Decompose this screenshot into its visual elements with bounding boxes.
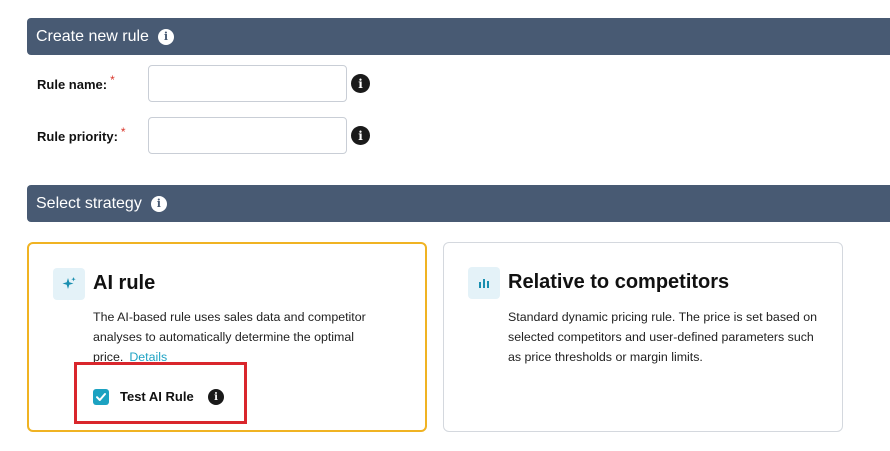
rule-name-info-icon[interactable]: i [351, 74, 370, 93]
rule-name-label-text: Rule name: [37, 77, 108, 92]
ai-rule-description: The AI-based rule uses sales data and co… [93, 307, 393, 367]
sparkle-icon [53, 268, 85, 300]
info-icon[interactable]: i [150, 195, 167, 212]
rule-priority-label-text: Rule priority: [37, 129, 118, 144]
required-mark: * [120, 125, 126, 139]
relative-competitors-title: Relative to competitors [508, 271, 730, 293]
rule-priority-label: Rule priority: * [37, 125, 126, 144]
rule-name-input[interactable] [148, 65, 347, 102]
select-strategy-header: Select strategy i [27, 185, 890, 222]
rule-name-label: Rule name: * [37, 73, 115, 92]
create-rule-title: Create new rule [36, 27, 149, 45]
relative-competitors-description: Standard dynamic pricing rule. The price… [508, 310, 818, 364]
select-strategy-title: Select strategy [36, 194, 142, 212]
highlight-box [74, 362, 247, 424]
rule-priority-info-icon[interactable]: i [351, 126, 370, 145]
bar-chart-icon [468, 267, 500, 299]
required-mark: * [110, 73, 115, 87]
create-rule-header: Create new rule i [27, 18, 890, 55]
rule-priority-input[interactable] [148, 117, 347, 154]
ai-rule-title: AI rule [93, 272, 156, 294]
info-icon[interactable]: i [157, 28, 174, 45]
